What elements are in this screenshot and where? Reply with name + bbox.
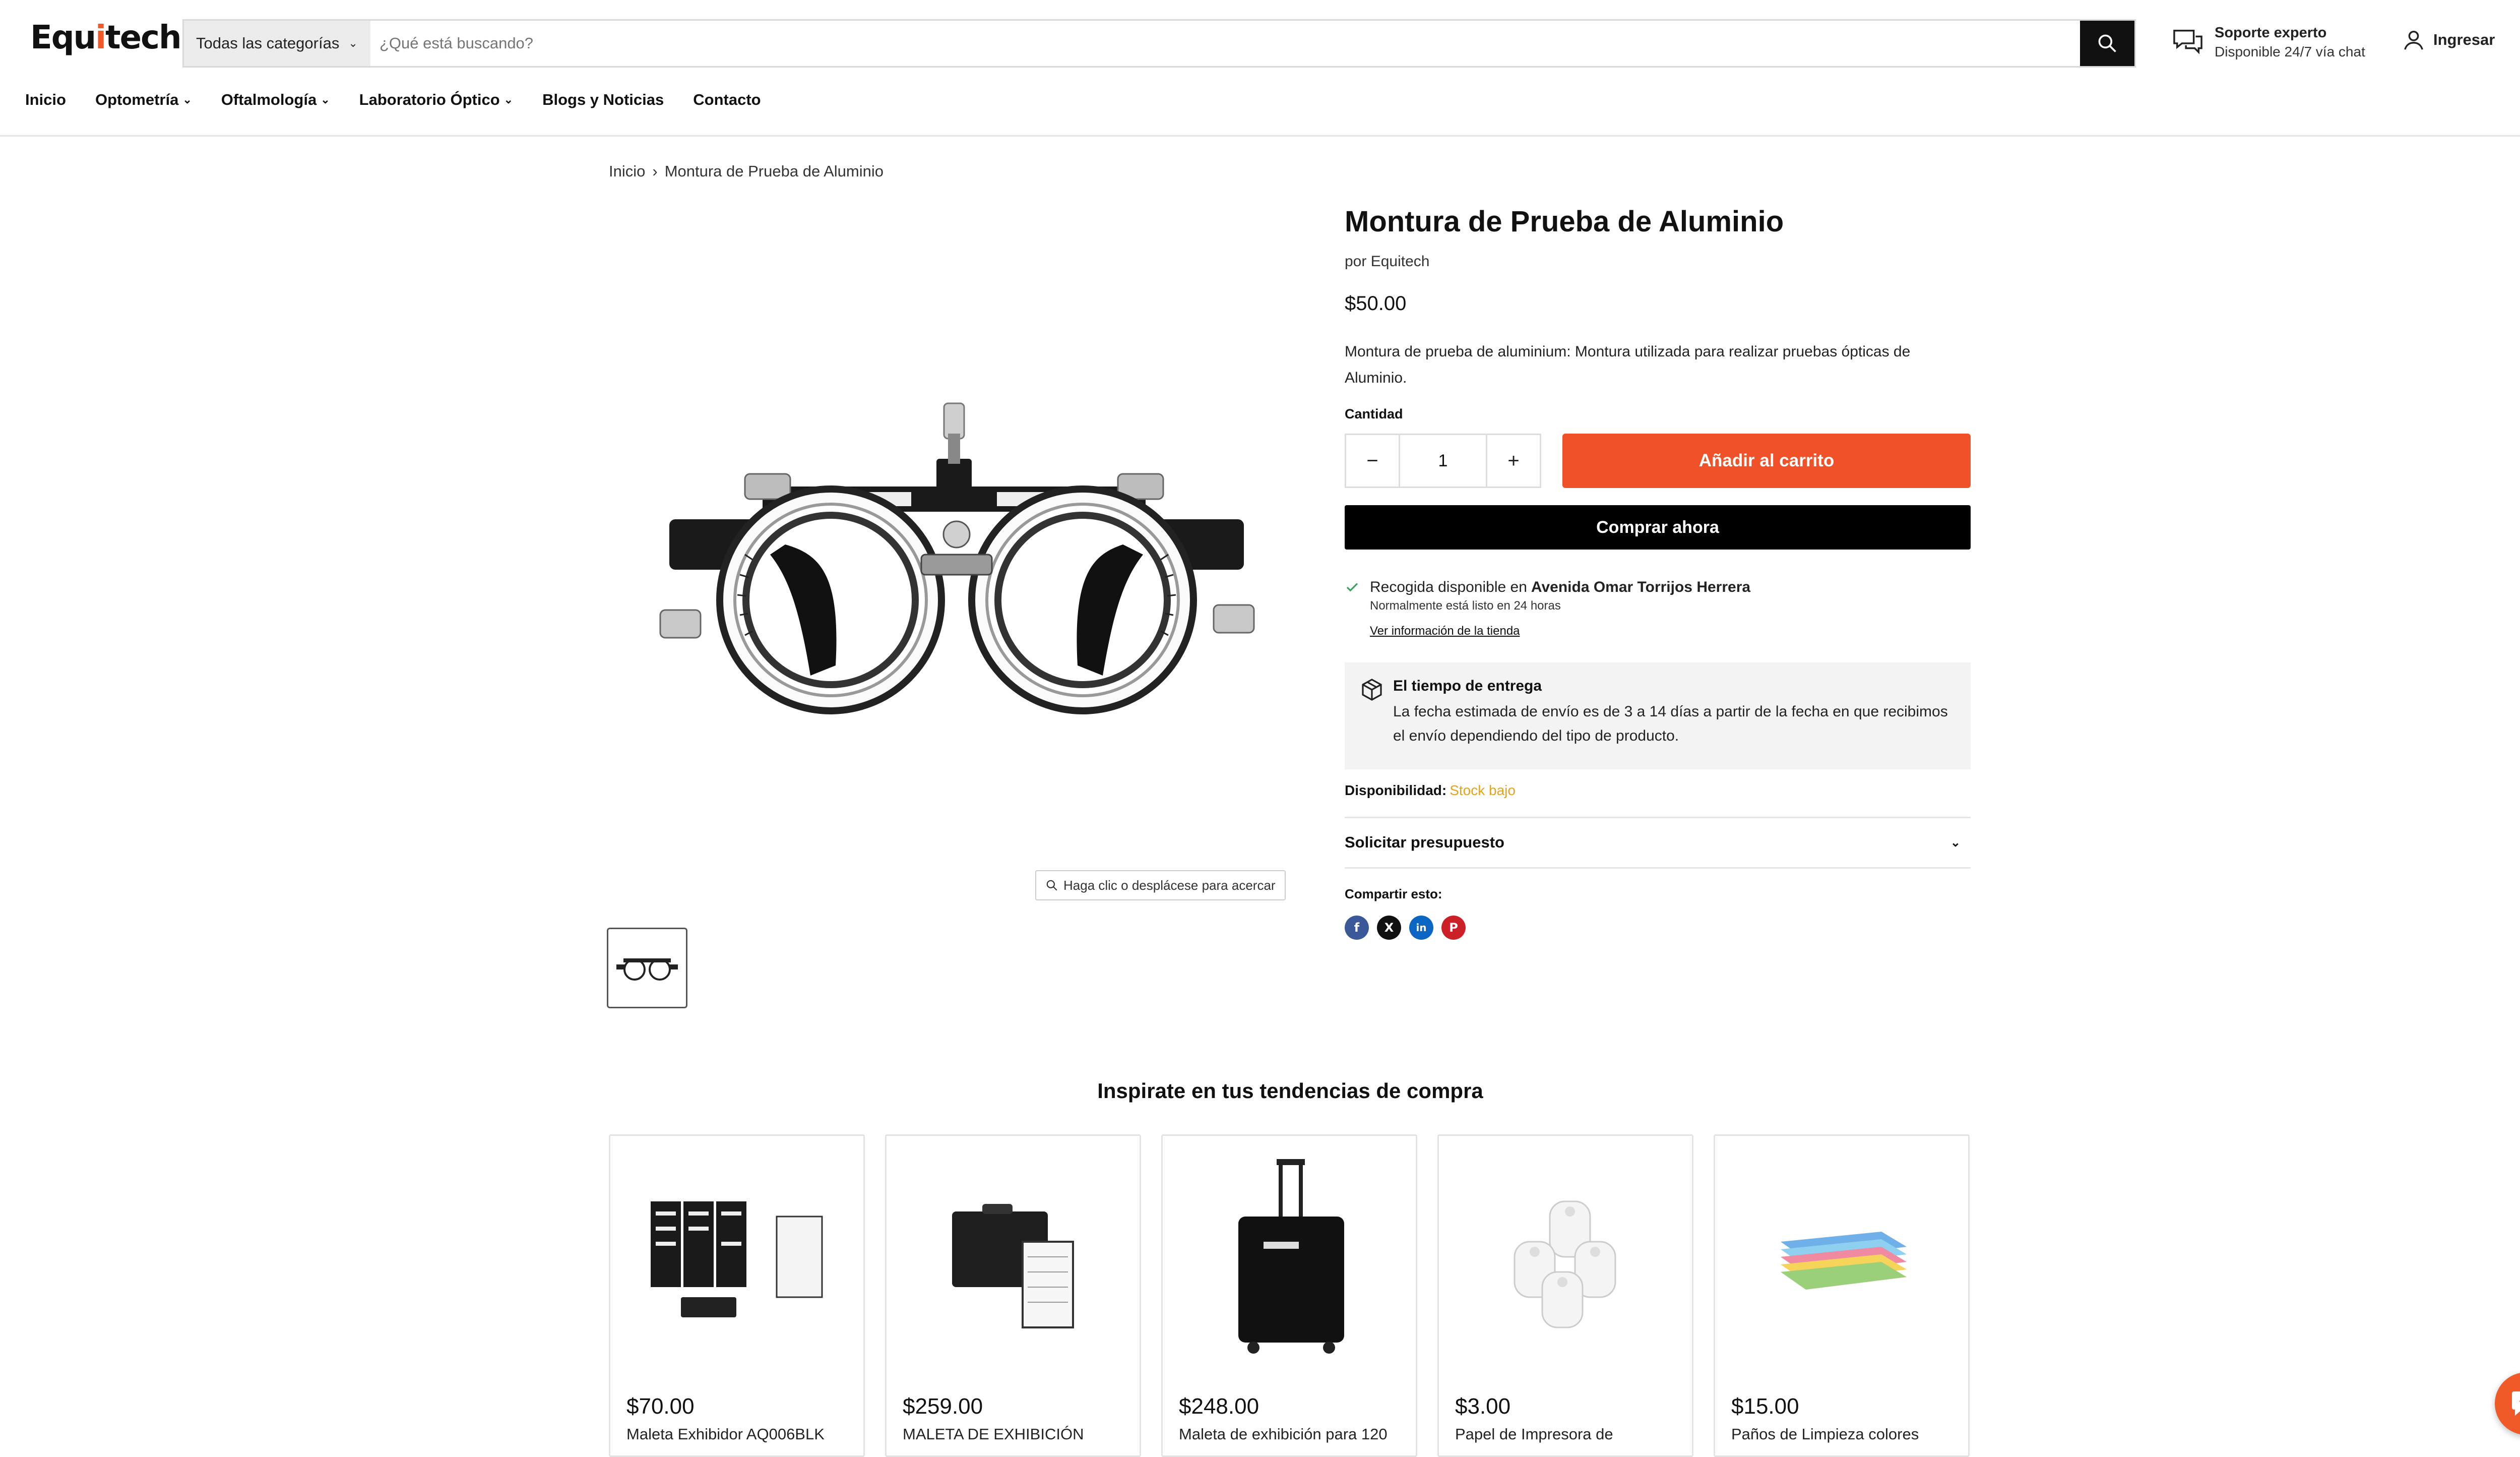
search-icon: [2098, 34, 2116, 52]
store-info-link[interactable]: Ver información de la tienda: [1370, 624, 1971, 638]
product-description: Montura de prueba de aluminium: Montura …: [1345, 343, 1911, 386]
recommendations-list: $70.00 Maleta Exhibidor AQ006BLK $259.00…: [609, 1134, 1990, 1457]
add-to-cart-button[interactable]: Añadir al carrito: [1562, 434, 1971, 488]
box-icon: [1362, 679, 1382, 701]
availability-label: Disponibilidad:: [1345, 782, 1447, 798]
product-card-image: [1781, 1232, 1907, 1290]
zoom-hint[interactable]: Haga clic o desplácese para acercar: [1035, 870, 1286, 900]
support-subtitle: Disponible 24/7 vía chat: [2215, 44, 2365, 59]
divider: [1345, 867, 1971, 869]
availability-value: Stock bajo: [1450, 782, 1516, 798]
facebook-icon[interactable]: f: [1345, 916, 1369, 940]
zoom-hint-text: Haga clic o desplácese para acercar: [1063, 877, 1276, 893]
delivery-time-box: El tiempo de entrega La fecha estimada d…: [1345, 662, 1971, 769]
product-card-price: $70.00: [626, 1394, 695, 1419]
product-card-price: $3.00: [1455, 1394, 1511, 1419]
support-title: Soporte experto: [2215, 25, 2327, 41]
site-logo[interactable]: Equitech: [30, 19, 182, 56]
product-card[interactable]: $70.00 Maleta Exhibidor AQ006BLK: [609, 1134, 865, 1457]
quantity-label: Cantidad: [1345, 406, 1403, 421]
login-label: Ingresar: [2433, 31, 2495, 48]
expert-support[interactable]: Soporte experto Disponible 24/7 vía chat: [2172, 23, 2365, 62]
chat-button[interactable]: [2495, 1372, 2520, 1435]
product-card-name[interactable]: Maleta Exhibidor AQ006BLK: [626, 1424, 848, 1444]
share-buttons: f X in P: [1345, 916, 1474, 940]
breadcrumb-current: Montura de Prueba de Aluminio: [664, 162, 884, 180]
share-label: Compartir esto:: [1345, 886, 1442, 901]
product-card[interactable]: $15.00 Paños de Limpieza colores: [1714, 1134, 1970, 1457]
product-title: Montura de Prueba de Aluminio: [1345, 205, 1784, 238]
pinterest-icon[interactable]: P: [1441, 916, 1466, 940]
nav-item-inicio[interactable]: Inicio: [25, 91, 66, 109]
availability: Disponibilidad: Stock bajo: [1345, 782, 1516, 799]
pickup-ready-time: Normalmente está listo en 24 horas: [1370, 599, 1561, 613]
login-link[interactable]: Ingresar: [2402, 28, 2495, 51]
check-icon: [1346, 583, 1358, 592]
delivery-title: El tiempo de entrega: [1393, 678, 1542, 694]
product-card[interactable]: $248.00 Maleta de exhibición para 120: [1161, 1134, 1417, 1457]
product-main-image[interactable]: [609, 212, 1300, 897]
nav-item-laboratorio[interactable]: Laboratorio Óptico ⌄: [359, 91, 513, 109]
breadcrumb-home[interactable]: Inicio: [609, 162, 645, 180]
nav-item-blogs[interactable]: Blogs y Noticias: [542, 91, 664, 109]
nav-item-contacto[interactable]: Contacto: [693, 91, 761, 109]
linkedin-icon[interactable]: in: [1409, 916, 1433, 940]
product-card-name[interactable]: MALETA DE EXHIBICIÓN: [903, 1424, 1124, 1444]
product-card-name[interactable]: Maleta de exhibición para 120: [1179, 1424, 1401, 1444]
product-card-price: $248.00: [1179, 1394, 1259, 1419]
quantity-stepper: − 1 +: [1345, 434, 1541, 488]
quantity-increase-button[interactable]: +: [1487, 435, 1540, 487]
chat-support-icon: [2173, 30, 2202, 54]
chevron-down-icon: ⌄: [348, 37, 358, 49]
search-input[interactable]: [370, 21, 2080, 66]
product-price: $50.00: [1345, 292, 1407, 315]
quantity-input[interactable]: 1: [1399, 435, 1487, 487]
product-card-price: $259.00: [903, 1394, 983, 1419]
breadcrumb: Inicio › Montura de Prueba de Aluminio: [609, 162, 884, 180]
product-card[interactable]: $259.00 MALETA DE EXHIBICIÓN: [885, 1134, 1141, 1457]
zoom-icon: [1046, 880, 1057, 891]
product-card-name[interactable]: Paños de Limpieza colores: [1731, 1424, 1953, 1444]
product-thumbnail[interactable]: [607, 928, 687, 1008]
product-card-image: [1514, 1200, 1616, 1328]
product-card-price: $15.00: [1731, 1394, 1799, 1419]
chat-bubble-icon: [2512, 1391, 2520, 1416]
pickup-info: Recogida disponible en Avenida Omar Torr…: [1345, 579, 1971, 638]
search-bar: Todas las categorías ⌄: [182, 19, 2136, 68]
chevron-down-icon: ⌄: [503, 93, 514, 106]
nav-item-oftalmologia[interactable]: Oftalmología ⌄: [221, 91, 330, 109]
nav-item-optometria[interactable]: Optometría ⌄: [95, 91, 192, 109]
buy-now-button[interactable]: Comprar ahora: [1345, 505, 1971, 550]
recommendations-title: Inspirate en tus tendencias de compra: [1097, 1079, 1483, 1103]
category-select[interactable]: Todas las categorías ⌄: [184, 21, 370, 66]
search-button[interactable]: [2080, 21, 2134, 66]
request-quote-toggle[interactable]: Solicitar presupuesto ⌄: [1345, 818, 1971, 867]
category-select-label: Todas las categorías: [196, 34, 340, 52]
product-card-image: [651, 1201, 823, 1317]
breadcrumb-separator: ›: [652, 162, 658, 180]
site-header: Equitech Todas las categorías ⌄ Soporte …: [0, 0, 2520, 137]
product-vendor[interactable]: por Equitech: [1345, 253, 1429, 270]
x-icon[interactable]: X: [1377, 916, 1401, 940]
chevron-down-icon: ⌄: [1950, 835, 1961, 849]
pickup-prefix: Recogida disponible en: [1370, 579, 1527, 595]
product-card-name[interactable]: Papel de Impresora de: [1455, 1424, 1677, 1444]
pickup-location: Avenida Omar Torrijos Herrera: [1531, 579, 1751, 595]
product-card-image: [1238, 1159, 1344, 1354]
product-card-image: [952, 1204, 1074, 1328]
delivery-text: La fecha estimada de envío es de 3 a 14 …: [1393, 703, 1948, 744]
chevron-down-icon: ⌄: [182, 93, 192, 106]
chevron-down-icon: ⌄: [321, 93, 330, 106]
user-icon: [2404, 30, 2423, 50]
main-navigation: Inicio Optometría ⌄ Oftalmología ⌄ Laborat…: [25, 91, 790, 109]
request-quote-label: Solicitar presupuesto: [1345, 833, 1504, 851]
product-card[interactable]: $3.00 Papel de Impresora de: [1437, 1134, 1693, 1457]
quantity-decrease-button[interactable]: −: [1346, 435, 1399, 487]
